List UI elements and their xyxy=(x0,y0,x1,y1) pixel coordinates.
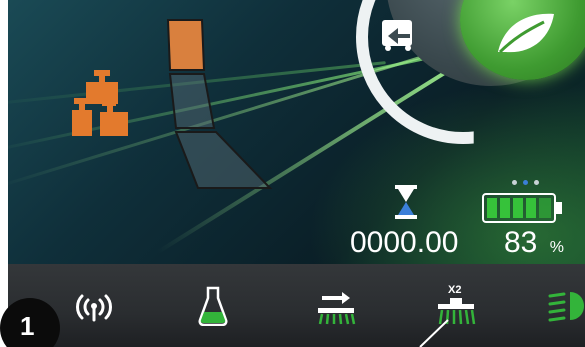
battery-percent: 83 % xyxy=(504,226,564,260)
detergent-flask-icon[interactable] xyxy=(198,286,228,326)
battery-icon xyxy=(482,193,562,223)
scrub-x2-badge: X2 xyxy=(448,284,462,296)
speed-gauge-icon xyxy=(166,19,273,189)
battery-percent-unit: % xyxy=(549,239,564,256)
headlights-icon[interactable] xyxy=(548,288,585,324)
weight-stack-icon xyxy=(72,70,128,136)
wireless-icon[interactable] xyxy=(72,292,116,322)
battery-percent-value: 83 xyxy=(504,226,538,259)
battery-dots xyxy=(512,180,542,186)
function-toolbar: X2 xyxy=(8,264,585,347)
dashboard-screen: 0000.00 83 % xyxy=(8,0,585,264)
scrub-brush-icon[interactable] xyxy=(314,290,358,326)
callout-pointer-line xyxy=(419,319,449,347)
reverse-drive-icon[interactable] xyxy=(380,18,418,52)
screenshot-frame: 0000.00 83 % X2 1 xyxy=(0,0,585,347)
callout-number: 1 xyxy=(20,311,35,341)
hourglass-icon xyxy=(395,185,417,219)
hour-meter: 0000.00 xyxy=(350,226,459,259)
eco-leaf-icon xyxy=(498,13,554,54)
